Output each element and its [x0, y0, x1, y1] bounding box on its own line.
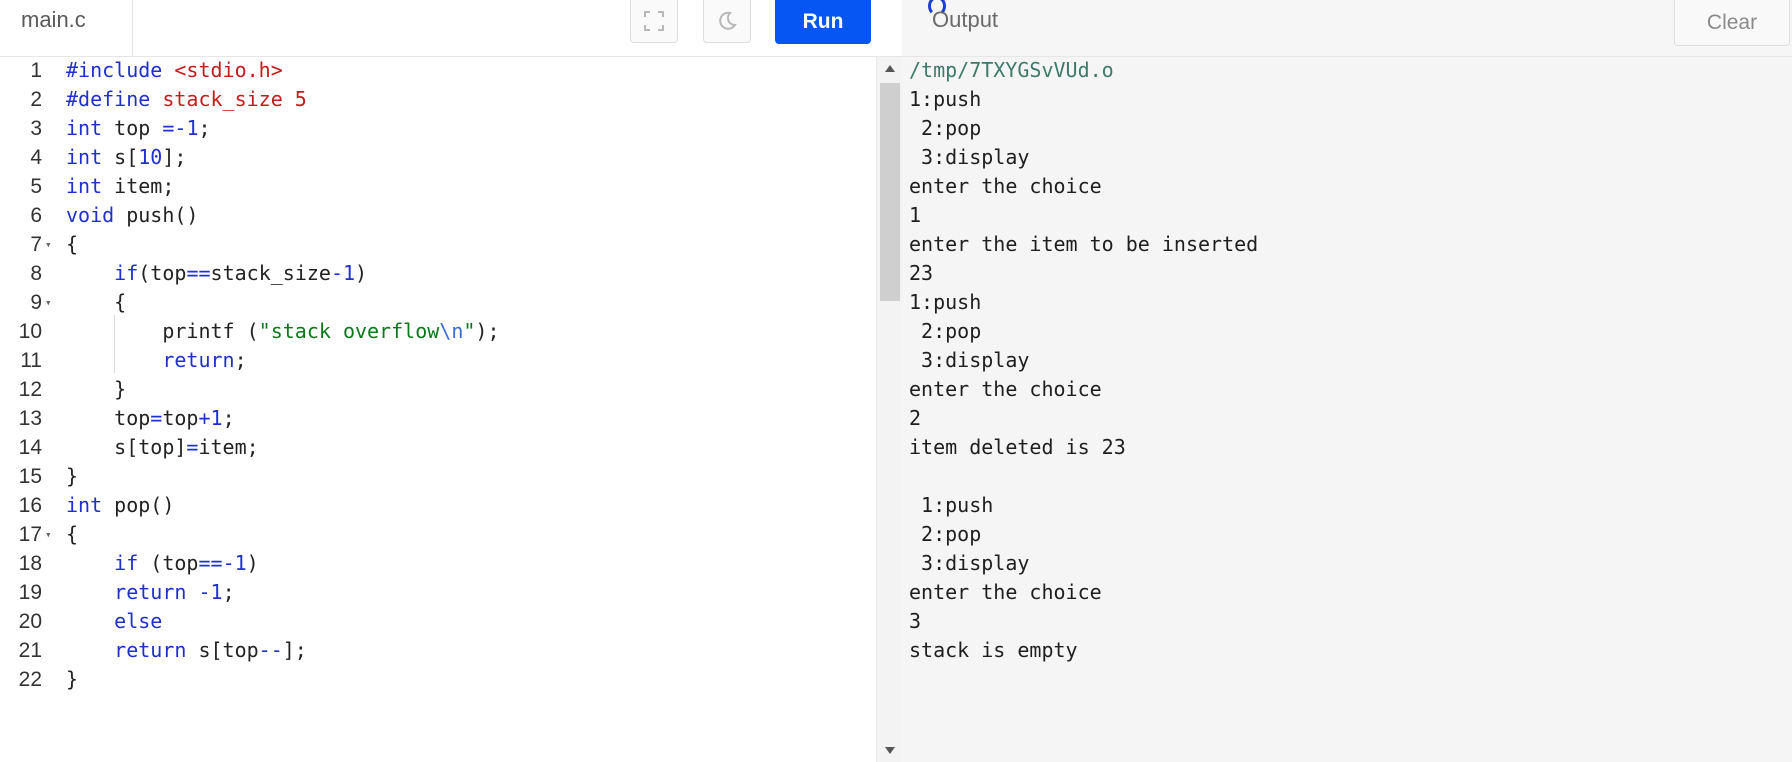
clear-button[interactable]: Clear [1674, 0, 1790, 46]
code-editor[interactable]: 1 #include <stdio.h> 2 #define stack_size 5… [0, 57, 876, 762]
code-line[interactable]: 22} [0, 663, 870, 696]
code-text: } [66, 667, 79, 691]
theme-toggle-button[interactable] [703, 0, 751, 43]
file-tab-main-c[interactable]: main.c [0, 0, 133, 56]
line-number: 22 [18, 668, 42, 691]
output-line: enter the choice [909, 580, 1102, 604]
output-line: stack is empty [909, 638, 1078, 662]
editor-scrollbar[interactable] [876, 57, 904, 762]
file-tab-label: main.c [21, 7, 86, 32]
output-title: Output [932, 7, 999, 32]
scroll-down-arrow-icon[interactable] [885, 747, 895, 754]
run-button[interactable]: Run [775, 0, 871, 44]
output-line: item deleted is 23 [909, 435, 1126, 459]
indent-guide [114, 315, 115, 373]
output-line: enter the choice [909, 174, 1102, 198]
output-header: Output Clear [902, 0, 1792, 57]
output-line: enter the choice [909, 377, 1102, 401]
output-line: enter the item to be inserted [909, 232, 1259, 256]
scroll-up-arrow-icon[interactable] [885, 65, 895, 72]
fullscreen-button[interactable] [630, 0, 678, 43]
scrollbar-thumb[interactable] [880, 83, 900, 301]
moon-icon [719, 11, 737, 30]
fullscreen-icon [644, 11, 664, 31]
output-console: /tmp/7TXYGSvVUd.o 1:push 2:pop 3:display e… [902, 57, 1792, 762]
